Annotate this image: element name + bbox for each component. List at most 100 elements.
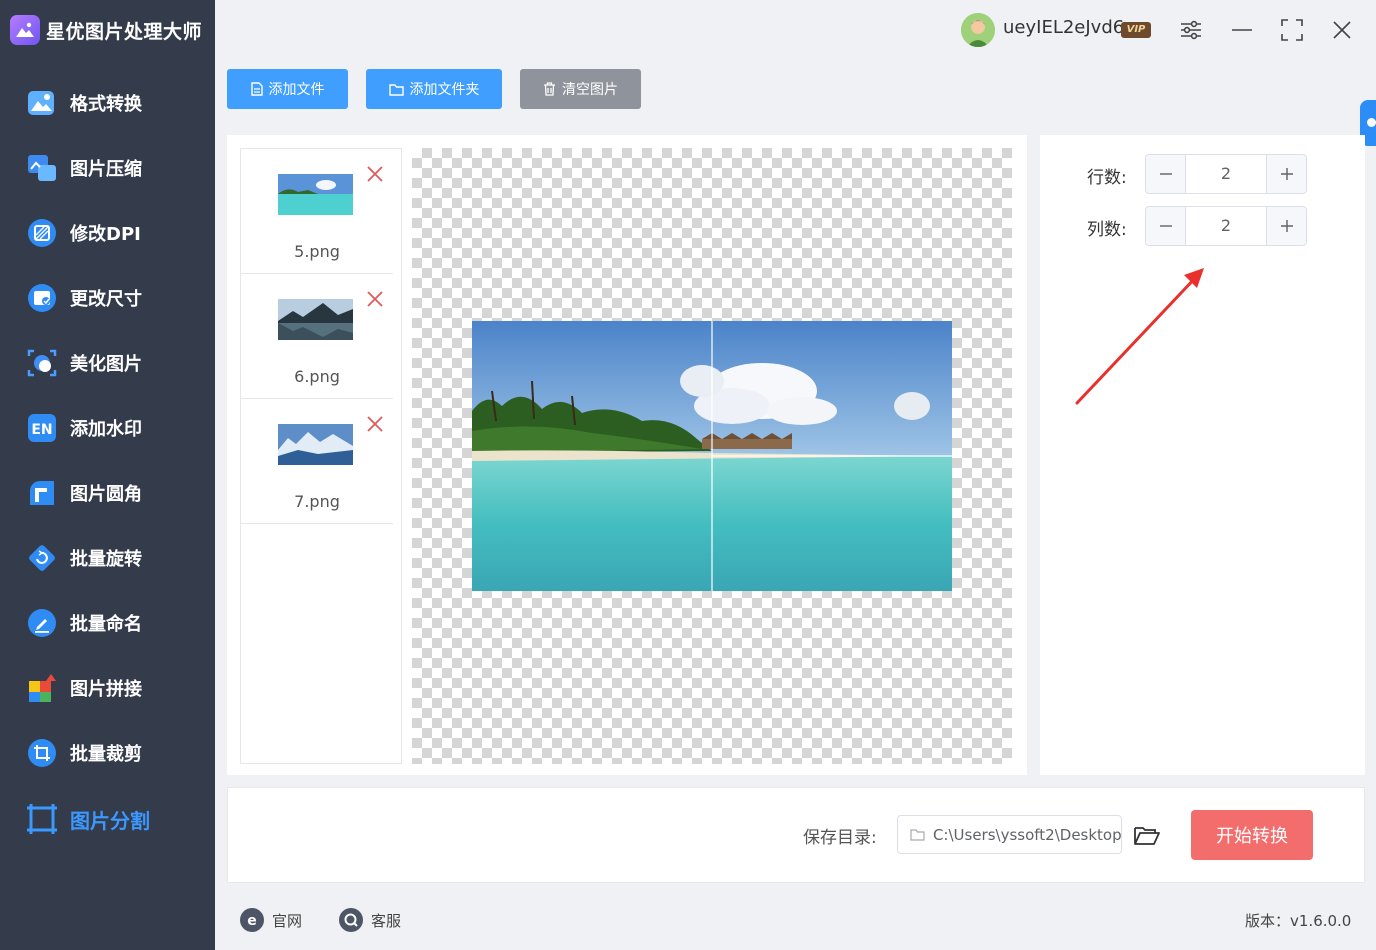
plus-icon bbox=[1280, 220, 1293, 232]
plus-icon bbox=[1280, 168, 1293, 180]
file-thumbnail bbox=[278, 299, 353, 340]
rows-decrement-button[interactable] bbox=[1146, 155, 1186, 193]
clear-images-button[interactable]: 清空图片 bbox=[520, 69, 641, 109]
title-bar: ueyIEL2eJvd6 VIP bbox=[215, 0, 1376, 60]
sidebar-item-format-convert[interactable]: 格式转换 bbox=[0, 73, 215, 133]
sidebar-item-rename[interactable]: 批量命名 bbox=[0, 593, 215, 653]
sidebar-item-label: 图片分割 bbox=[70, 808, 150, 833]
file-name: 6.png bbox=[294, 367, 340, 386]
beautify-icon bbox=[26, 347, 58, 379]
preview-image bbox=[472, 321, 952, 591]
user-name: ueyIEL2eJvd6 bbox=[1003, 17, 1125, 38]
sidebar-item-label: 图片拼接 bbox=[70, 679, 142, 700]
support-icon bbox=[339, 908, 363, 932]
minimize-button[interactable] bbox=[1227, 15, 1257, 45]
file-icon bbox=[250, 82, 263, 96]
cols-label: 列数: bbox=[1087, 220, 1127, 240]
close-icon bbox=[1333, 21, 1351, 39]
sidebar-item-split[interactable]: 图片分割 bbox=[0, 789, 215, 849]
crop-icon bbox=[26, 737, 58, 769]
maximize-button[interactable] bbox=[1277, 15, 1307, 45]
website-icon: e bbox=[240, 908, 264, 932]
browse-folder-button[interactable] bbox=[1133, 821, 1161, 849]
list-item[interactable]: 7.png bbox=[241, 399, 393, 524]
add-file-label: 添加文件 bbox=[268, 82, 325, 98]
dpi-icon bbox=[26, 217, 58, 249]
rows-input[interactable]: 2 bbox=[1186, 155, 1266, 193]
folder-icon bbox=[910, 829, 925, 841]
sidebar-item-label: 美化图片 bbox=[70, 354, 142, 375]
sidebar-item-label: 修改DPI bbox=[70, 224, 141, 245]
cols-input[interactable]: 2 bbox=[1186, 207, 1266, 245]
add-folder-label: 添加文件夹 bbox=[409, 82, 480, 98]
sidebar-item-compress[interactable]: 图片压缩 bbox=[0, 138, 215, 198]
close-icon bbox=[367, 291, 383, 307]
file-thumbnail bbox=[278, 424, 353, 465]
remove-file-button[interactable] bbox=[365, 164, 385, 184]
image-compress-icon bbox=[26, 152, 58, 184]
watermark-icon: EN bbox=[26, 412, 58, 444]
sidebar-item-rotate[interactable]: 批量旋转 bbox=[0, 528, 215, 588]
image-convert-icon bbox=[26, 87, 58, 119]
rows-increment-button[interactable] bbox=[1266, 155, 1306, 193]
sidebar-item-resize[interactable]: 更改尺寸 bbox=[0, 268, 215, 328]
sidebar-item-label: 图片压缩 bbox=[70, 159, 142, 180]
close-button[interactable] bbox=[1327, 15, 1357, 45]
start-convert-label: 开始转换 bbox=[1216, 826, 1288, 847]
sidebar-item-crop[interactable]: 批量裁剪 bbox=[0, 723, 215, 783]
sidebar-item-label: 批量裁剪 bbox=[70, 744, 142, 765]
avatar[interactable] bbox=[961, 13, 995, 47]
file-thumbnail bbox=[278, 174, 353, 215]
version-label: 版本：v1.6.0.0 bbox=[1245, 912, 1352, 930]
sidebar-item-label: 图片圆角 bbox=[70, 484, 142, 505]
annotation-arrow-icon bbox=[1075, 268, 1204, 405]
remove-file-button[interactable] bbox=[365, 289, 385, 309]
folder-open-icon bbox=[1134, 827, 1160, 845]
add-file-button[interactable]: 添加文件 bbox=[227, 69, 348, 109]
trash-icon bbox=[543, 82, 556, 96]
svg-text:e: e bbox=[247, 913, 257, 929]
sidebar-item-dpi[interactable]: 修改DPI bbox=[0, 203, 215, 263]
sidebar-item-puzzle[interactable]: 图片拼接 bbox=[0, 658, 215, 718]
support-link[interactable]: 客服 bbox=[339, 908, 401, 932]
file-name: 7.png bbox=[294, 492, 340, 511]
file-name: 5.png bbox=[294, 242, 340, 261]
svg-text:EN: EN bbox=[31, 422, 52, 438]
support-label: 客服 bbox=[371, 911, 402, 930]
folder-icon bbox=[388, 83, 404, 96]
list-item[interactable]: 5.png bbox=[241, 149, 393, 274]
cols-stepper: 2 bbox=[1145, 206, 1307, 246]
sidebar-item-label: 格式转换 bbox=[70, 94, 142, 115]
minus-icon bbox=[1159, 173, 1172, 175]
rename-icon bbox=[26, 607, 58, 639]
sidebar-item-label: 批量命名 bbox=[70, 614, 142, 635]
rows-label: 行数: bbox=[1087, 168, 1127, 188]
remove-file-button[interactable] bbox=[365, 414, 385, 434]
round-corner-icon bbox=[26, 477, 58, 509]
sidebar-item-watermark[interactable]: EN 添加水印 bbox=[0, 398, 215, 458]
save-directory-label: 保存目录: bbox=[803, 828, 877, 848]
file-list: 5.png 6.png 7.png bbox=[240, 148, 402, 764]
app-logo-icon bbox=[10, 15, 40, 45]
sidebar-item-label: 更改尺寸 bbox=[70, 289, 142, 310]
puzzle-icon bbox=[26, 672, 58, 704]
resize-icon bbox=[26, 282, 58, 314]
settings-button[interactable] bbox=[1176, 15, 1206, 45]
app-logo: 星优图片处理大师 bbox=[0, 0, 215, 60]
start-convert-button[interactable]: 开始转换 bbox=[1191, 810, 1313, 860]
list-item[interactable]: 6.png bbox=[241, 274, 393, 399]
cols-increment-button[interactable] bbox=[1266, 207, 1306, 245]
website-link[interactable]: e 官网 bbox=[240, 908, 302, 932]
minus-icon bbox=[1159, 225, 1172, 227]
sidebar: 星优图片处理大师 格式转换 图片压缩 修改DPI 更改尺寸 美化图片 EN 添加… bbox=[0, 0, 215, 950]
maximize-icon bbox=[1281, 19, 1303, 41]
cols-decrement-button[interactable] bbox=[1146, 207, 1186, 245]
save-path-field[interactable]: C:\Users\yssoft2\Desktop bbox=[897, 815, 1122, 854]
close-icon bbox=[367, 416, 383, 432]
close-icon bbox=[367, 166, 383, 182]
sidebar-item-round-corner[interactable]: 图片圆角 bbox=[0, 463, 215, 523]
rotate-icon bbox=[26, 542, 58, 574]
add-folder-button[interactable]: 添加文件夹 bbox=[366, 69, 502, 109]
minimize-icon bbox=[1232, 29, 1252, 31]
sidebar-item-beautify[interactable]: 美化图片 bbox=[0, 333, 215, 393]
